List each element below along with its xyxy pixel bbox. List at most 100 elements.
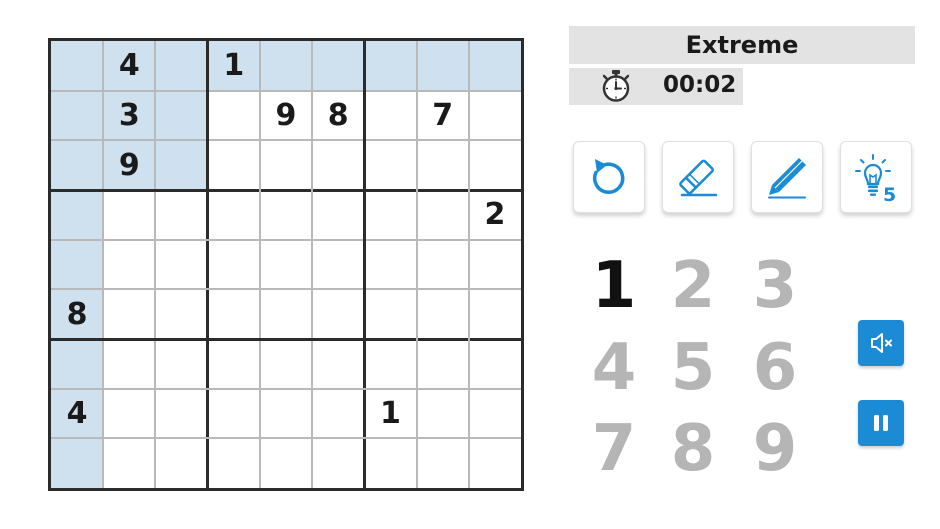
cell-r7-c3[interactable] bbox=[155, 339, 207, 389]
cell-r8-c1[interactable]: 4 bbox=[51, 388, 104, 439]
numpad-6[interactable]: 6 bbox=[745, 331, 805, 405]
cell-r8-c8[interactable] bbox=[417, 389, 469, 439]
cell-r7-c5[interactable] bbox=[260, 339, 312, 389]
undo-button[interactable] bbox=[573, 141, 645, 213]
cell-r1-c4[interactable]: 1 bbox=[207, 41, 260, 91]
cell-r8-c2[interactable] bbox=[103, 389, 155, 439]
cell-r7-c1[interactable] bbox=[51, 339, 104, 389]
cell-r2-c3[interactable] bbox=[155, 90, 208, 141]
cell-r2-c6[interactable]: 8 bbox=[312, 91, 364, 141]
cell-r2-c2[interactable]: 3 bbox=[103, 90, 156, 141]
cell-r6-c4[interactable] bbox=[208, 289, 260, 339]
cell-r9-c8[interactable] bbox=[417, 438, 469, 488]
cell-r4-c1[interactable] bbox=[51, 190, 104, 240]
cell-r8-c5[interactable] bbox=[260, 389, 312, 439]
numpad-5[interactable]: 5 bbox=[663, 331, 723, 405]
cell-r8-c6[interactable] bbox=[312, 389, 364, 439]
cell-r3-c6[interactable] bbox=[312, 140, 364, 190]
cell-r2-c9[interactable] bbox=[469, 91, 521, 141]
cell-r9-c4[interactable] bbox=[208, 438, 260, 488]
cell-r5-c1[interactable] bbox=[51, 239, 104, 290]
cell-r1-c2[interactable]: 4 bbox=[103, 41, 156, 91]
cell-r3-c8[interactable] bbox=[417, 140, 469, 190]
cell-r5-c7[interactable] bbox=[364, 240, 416, 290]
numpad-2[interactable]: 2 bbox=[663, 249, 723, 323]
cell-r8-c7[interactable]: 1 bbox=[364, 389, 416, 439]
numpad-4[interactable]: 4 bbox=[584, 331, 644, 405]
cell-r3-c5[interactable] bbox=[260, 140, 312, 190]
cell-r1-c9[interactable] bbox=[468, 41, 521, 91]
cell-r9-c3[interactable] bbox=[155, 438, 207, 488]
cell-r4-c3[interactable] bbox=[155, 190, 207, 240]
numpad-8[interactable]: 8 bbox=[663, 412, 723, 486]
cell-r9-c6[interactable] bbox=[312, 438, 364, 488]
numpad-3[interactable]: 3 bbox=[745, 249, 805, 323]
cell-r9-c7[interactable] bbox=[364, 438, 416, 488]
mute-button[interactable] bbox=[858, 320, 904, 366]
cell-r6-c5[interactable] bbox=[260, 289, 312, 339]
cell-r6-c8[interactable] bbox=[417, 289, 469, 339]
cell-r6-c6[interactable] bbox=[312, 289, 364, 339]
cell-r4-c7[interactable] bbox=[364, 190, 416, 240]
cell-r9-c1[interactable] bbox=[51, 438, 104, 488]
cell-r5-c3[interactable] bbox=[155, 240, 207, 290]
cell-r9-c9[interactable] bbox=[469, 438, 521, 488]
numpad-1[interactable]: 1 bbox=[584, 249, 644, 323]
cell-r4-c4[interactable] bbox=[208, 190, 260, 240]
cell-r5-c9[interactable] bbox=[469, 240, 521, 290]
cell-r4-c5[interactable] bbox=[260, 190, 312, 240]
numpad-7[interactable]: 7 bbox=[584, 412, 644, 486]
cell-r6-c3[interactable] bbox=[155, 289, 207, 339]
cell-r4-c6[interactable] bbox=[312, 190, 364, 240]
cell-r1-c5[interactable] bbox=[259, 41, 313, 91]
cell-r2-c4[interactable] bbox=[208, 91, 260, 141]
eraser-button[interactable] bbox=[662, 141, 734, 213]
cell-r3-c3[interactable] bbox=[155, 140, 208, 190]
cell-r6-c2[interactable] bbox=[103, 289, 155, 339]
pencil-notes-button[interactable] bbox=[751, 141, 823, 213]
cell-r5-c2[interactable] bbox=[103, 240, 155, 290]
cell-r6-c1[interactable]: 8 bbox=[51, 289, 104, 339]
cell-r7-c2[interactable] bbox=[103, 339, 155, 389]
cell-r4-c8[interactable] bbox=[417, 190, 469, 240]
cell-r8-c4[interactable] bbox=[208, 389, 260, 439]
cell-r6-c9[interactable] bbox=[469, 289, 521, 339]
cell-r5-c6[interactable] bbox=[312, 240, 364, 290]
cell-r7-c8[interactable] bbox=[417, 339, 469, 389]
numpad-9[interactable]: 9 bbox=[745, 412, 805, 486]
cell-r2-c5[interactable]: 9 bbox=[260, 91, 312, 141]
cell-r1-c8[interactable] bbox=[416, 41, 469, 91]
cell-r1-c6[interactable] bbox=[312, 41, 365, 91]
cell-r5-c5[interactable] bbox=[260, 240, 312, 290]
cell-r9-c5[interactable] bbox=[260, 438, 312, 488]
cell-r3-c2[interactable]: 9 bbox=[103, 140, 156, 190]
cell-r4-c9[interactable]: 2 bbox=[469, 190, 521, 240]
cell-r8-c3[interactable] bbox=[155, 389, 207, 439]
cell-r9-c2[interactable] bbox=[103, 438, 155, 488]
cell-r6-c7[interactable] bbox=[364, 289, 416, 339]
cell-r7-c4[interactable] bbox=[208, 339, 260, 389]
hint-button[interactable]: 5 bbox=[840, 141, 912, 213]
cell-r1-c1[interactable] bbox=[51, 41, 104, 91]
cell-r2-c7[interactable] bbox=[364, 91, 416, 141]
cell-r3-c9[interactable] bbox=[469, 140, 521, 190]
cell-r7-c9[interactable] bbox=[469, 339, 521, 389]
cell-r2-c1[interactable] bbox=[51, 90, 104, 141]
grid-divider-horizontal bbox=[51, 188, 521, 192]
cell-r3-c1[interactable] bbox=[51, 140, 104, 190]
cell-r1-c7[interactable] bbox=[364, 41, 417, 91]
cell-r8-c9[interactable] bbox=[469, 389, 521, 439]
cell-r3-c7[interactable] bbox=[364, 140, 416, 190]
sudoku-board: 41398792841 bbox=[48, 38, 524, 491]
cell-r7-c6[interactable] bbox=[312, 339, 364, 389]
cell-r1-c3[interactable] bbox=[155, 41, 208, 91]
cell-r4-c2[interactable] bbox=[103, 190, 155, 240]
grid-divider-vertical bbox=[102, 41, 105, 488]
cell-r7-c7[interactable] bbox=[364, 339, 416, 389]
cell-r2-c8[interactable]: 7 bbox=[417, 91, 469, 141]
pause-button[interactable] bbox=[858, 400, 904, 446]
eraser-icon bbox=[679, 159, 718, 197]
cell-r5-c4[interactable] bbox=[208, 240, 260, 290]
cell-r3-c4[interactable] bbox=[208, 140, 260, 190]
cell-r5-c8[interactable] bbox=[417, 240, 469, 290]
